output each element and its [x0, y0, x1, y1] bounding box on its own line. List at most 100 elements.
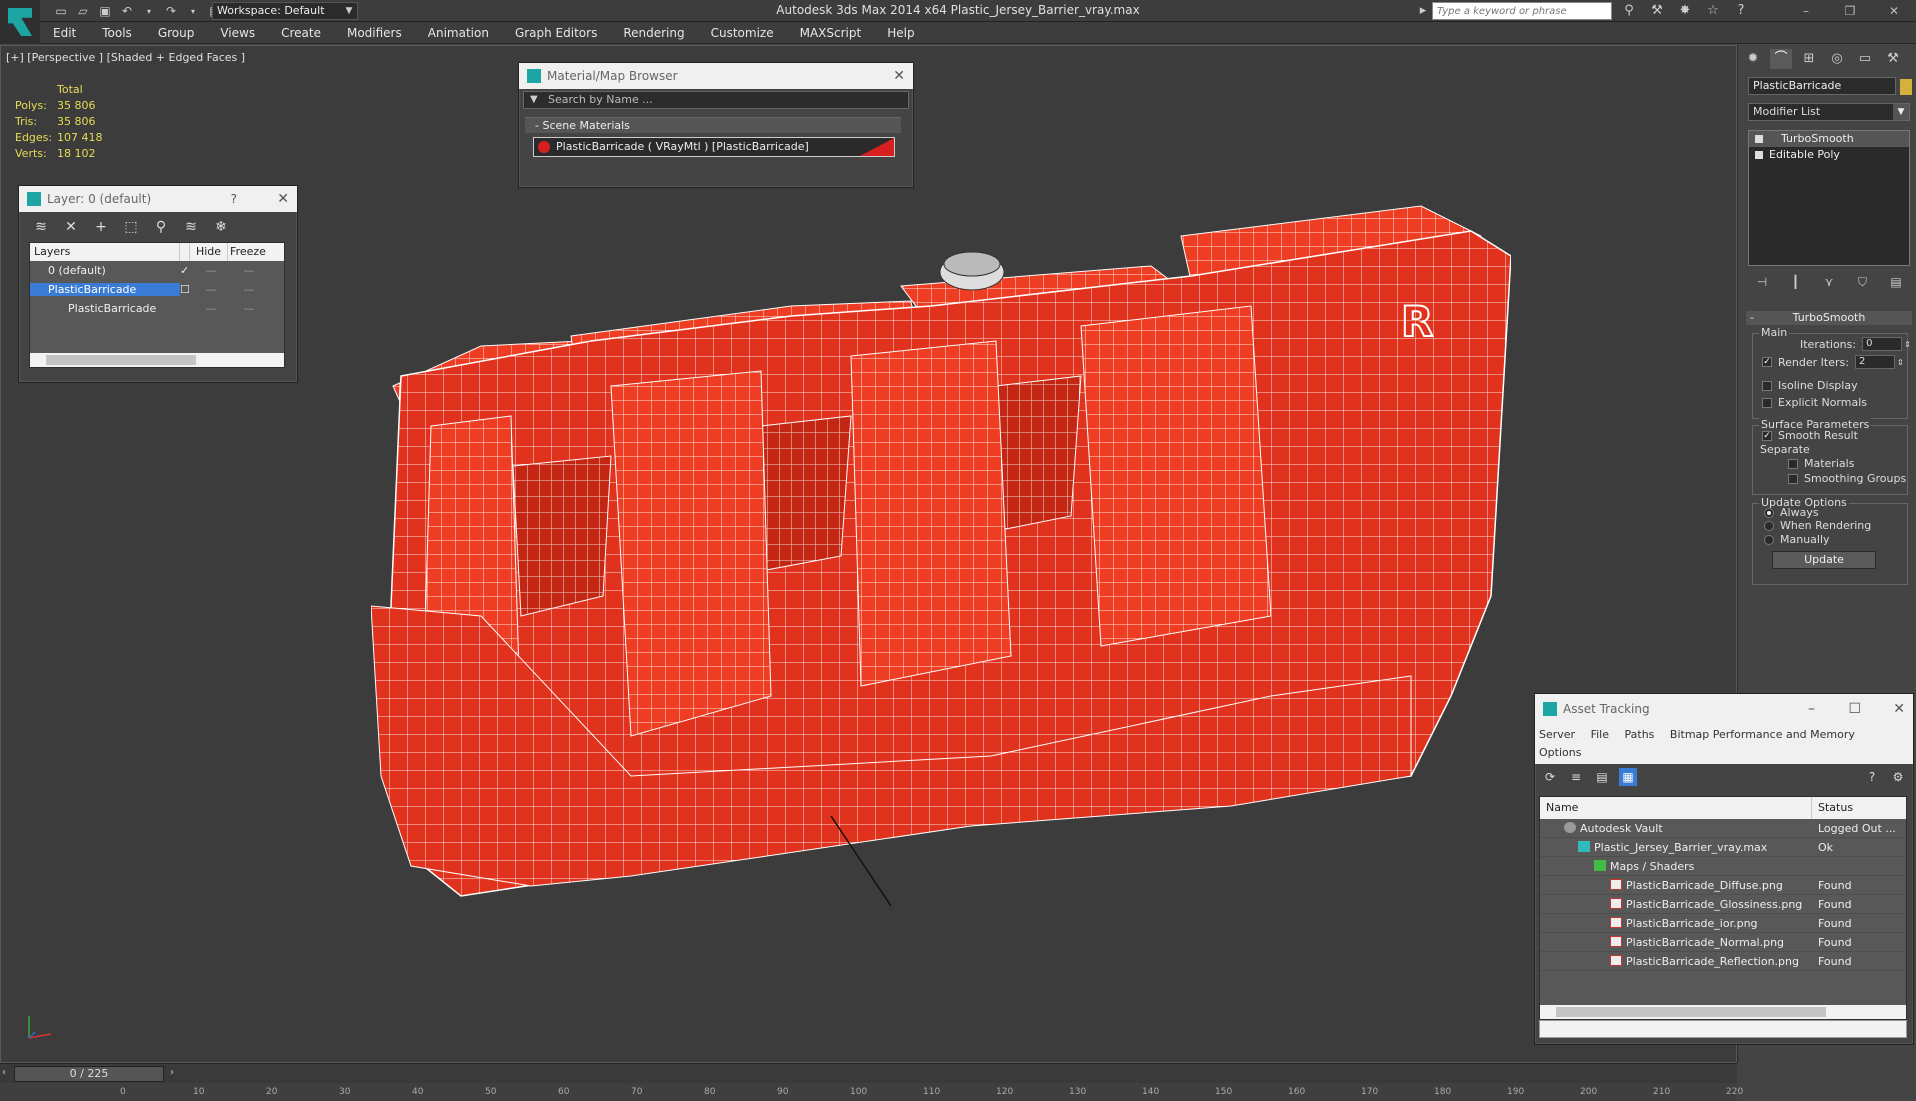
create-layer-icon[interactable]: ≋	[31, 218, 51, 236]
layer-row-plasticbarricade[interactable]: PlasticBarricade ☐ — —	[30, 280, 284, 299]
open-file-icon[interactable]: ▱	[74, 2, 92, 20]
material-item[interactable]: PlasticBarricade ( VRayMtl ) [PlasticBar…	[533, 137, 895, 157]
close-icon[interactable]: ✕	[893, 63, 905, 89]
menu-edit[interactable]: Edit	[40, 22, 89, 44]
display-tab-icon[interactable]: ▭	[1854, 49, 1876, 69]
asset-menu-options[interactable]: Options	[1539, 746, 1581, 759]
layer-name[interactable]: PlasticBarricade	[30, 283, 180, 296]
asset-tracking-panel[interactable]: Asset Tracking – ☐ ✕ Server File Paths B…	[1534, 693, 1914, 1045]
asset-menu-bitmap[interactable]: Bitmap Performance and Memory	[1670, 728, 1855, 741]
close-icon[interactable]: ✕	[1893, 694, 1905, 724]
whats-this-icon[interactable]: ⚙	[1889, 768, 1907, 786]
always-radio[interactable]	[1764, 507, 1774, 518]
time-slider[interactable]: 0 / 225	[14, 1066, 164, 1082]
asset-menu-paths[interactable]: Paths	[1625, 728, 1655, 741]
help-icon[interactable]: ?	[231, 186, 237, 212]
scrollbar-thumb[interactable]	[46, 355, 196, 365]
smooth-result-checkbox[interactable]: ✓	[1762, 430, 1772, 441]
scene-materials-section[interactable]: - Scene Materials	[525, 117, 901, 133]
iterations-spinner[interactable]: 0	[1862, 337, 1903, 351]
spinner-arrows-icon[interactable]: ⇕	[1897, 358, 1904, 367]
app-logo[interactable]	[0, 0, 40, 44]
render-iters-checkbox[interactable]: ✓	[1762, 357, 1772, 367]
horizontal-scrollbar[interactable]	[30, 353, 284, 367]
workspace-dropdown[interactable]: Workspace: Default	[212, 2, 358, 20]
tools-icon[interactable]: ⚒	[1648, 2, 1666, 20]
binoculars-icon[interactable]: ⚲	[1620, 2, 1638, 20]
object-color-swatch[interactable]	[1900, 79, 1912, 95]
highlight-layer-icon[interactable]: ⚲	[151, 218, 171, 236]
freeze-toggle[interactable]: —	[230, 302, 268, 315]
hierarchy-tab-icon[interactable]: ⊞	[1798, 49, 1820, 69]
current-column-header[interactable]	[180, 243, 190, 261]
object-name[interactable]: PlasticBarricade	[30, 302, 180, 315]
freeze-column-header[interactable]: Freeze	[228, 243, 268, 261]
status-column-header[interactable]: Status	[1812, 797, 1853, 819]
utilities-tab-icon[interactable]: ⚒	[1882, 49, 1904, 69]
minimize-icon[interactable]: –	[1784, 0, 1828, 22]
hide-column-header[interactable]: Hide	[190, 243, 228, 261]
configure-sets-icon[interactable]: ▤	[1886, 273, 1906, 291]
pin-stack-icon[interactable]: ⊣	[1752, 273, 1772, 291]
search-options-icon[interactable]: ▼	[530, 92, 538, 108]
manually-radio[interactable]	[1764, 534, 1774, 545]
asset-tracking-titlebar[interactable]: Asset Tracking – ☐ ✕	[1535, 694, 1913, 724]
current-layer-box-icon[interactable]: ☐	[180, 283, 192, 296]
menu-rendering[interactable]: Rendering	[610, 22, 697, 44]
expand-icon[interactable]	[1755, 151, 1763, 159]
menu-views[interactable]: Views	[207, 22, 268, 44]
search-expand-icon[interactable]: ▸	[1414, 2, 1432, 20]
help-icon[interactable]: ?	[1863, 768, 1881, 786]
layer-explorer-panel[interactable]: Layer: 0 (default) ? ✕ ≋ ✕ + ⬚ ⚲ ≋ ❄ Lay…	[18, 185, 298, 383]
thumbnail-view-icon[interactable]: ▤	[1593, 768, 1611, 786]
help-icon[interactable]: ?	[1732, 2, 1750, 20]
menu-create[interactable]: Create	[268, 22, 334, 44]
hide-toggle[interactable]: —	[192, 302, 230, 315]
table-row[interactable]: PlasticBarricade_Diffuse.png Found	[1540, 876, 1906, 895]
stack-item-turbosmooth[interactable]: TurboSmooth	[1749, 131, 1909, 147]
select-objects-icon[interactable]: ⬚	[121, 218, 141, 236]
table-row[interactable]: PlasticBarricade_Reflection.png Found	[1540, 952, 1906, 971]
hide-all-icon[interactable]: ≋	[181, 218, 201, 236]
hide-toggle[interactable]: —	[192, 264, 230, 277]
explicit-normals-checkbox[interactable]	[1762, 397, 1772, 408]
scrollbar-thumb[interactable]	[1556, 1007, 1826, 1017]
material-browser-titlebar[interactable]: Material/Map Browser ✕	[519, 63, 913, 89]
show-end-result-icon[interactable]: ┃	[1786, 273, 1806, 291]
save-file-icon[interactable]: ▣	[96, 2, 114, 20]
asset-menu-file[interactable]: File	[1591, 728, 1609, 741]
make-unique-icon[interactable]: ⋎	[1819, 273, 1839, 291]
table-view-icon[interactable]: ▦	[1619, 768, 1637, 786]
restore-icon[interactable]: ❐	[1828, 0, 1872, 22]
prev-frame-icon[interactable]: ‹	[2, 1067, 6, 1078]
freeze-all-icon[interactable]: ❄	[211, 218, 231, 236]
motion-tab-icon[interactable]: ◎	[1826, 49, 1848, 69]
chevron-down-icon[interactable]: ▼	[1893, 104, 1909, 120]
layer-row-default[interactable]: 0 (default) ✓ — —	[30, 261, 284, 280]
time-ruler[interactable]: 0 10 20 30 40 50 60 70 80 90 100 110 120 130 140 150 160…	[0, 1083, 1743, 1101]
minimize-icon[interactable]: –	[1808, 694, 1815, 724]
material-map-browser-panel[interactable]: Material/Map Browser ✕ ▼ Search by Name …	[518, 62, 914, 188]
modify-tab-icon[interactable]: ⌒	[1770, 49, 1792, 69]
redo-icon[interactable]: ↷	[162, 2, 180, 20]
workspace-dropdown-arrow-icon[interactable]: ▼	[340, 2, 358, 20]
list-view-icon[interactable]: ≡	[1567, 768, 1585, 786]
name-column-header[interactable]: Name	[1540, 797, 1812, 819]
layers-column-header[interactable]: Layers	[30, 243, 180, 261]
redo-dropdown-icon[interactable]: ▾	[184, 2, 202, 20]
remove-modifier-icon[interactable]: ⛉	[1853, 273, 1873, 291]
menu-help[interactable]: Help	[874, 22, 927, 44]
freeze-toggle[interactable]: —	[230, 264, 268, 277]
undo-dropdown-icon[interactable]: ▾	[140, 2, 158, 20]
render-iters-spinner[interactable]: 2	[1854, 355, 1895, 369]
stack-item-editable-poly[interactable]: Editable Poly	[1749, 147, 1909, 163]
create-tab-icon[interactable]: ✹	[1742, 49, 1764, 69]
close-window-icon[interactable]: ✕	[1872, 0, 1916, 22]
rollout-collapse-icon[interactable]: -	[1750, 311, 1754, 325]
menu-group[interactable]: Group	[145, 22, 208, 44]
menu-maxscript[interactable]: MAXScript	[787, 22, 875, 44]
close-icon[interactable]: ✕	[277, 186, 289, 212]
turbosmooth-rollout-header[interactable]: - TurboSmooth	[1746, 311, 1912, 325]
new-file-icon[interactable]: ▭	[52, 2, 70, 20]
delete-layer-icon[interactable]: ✕	[61, 218, 81, 236]
